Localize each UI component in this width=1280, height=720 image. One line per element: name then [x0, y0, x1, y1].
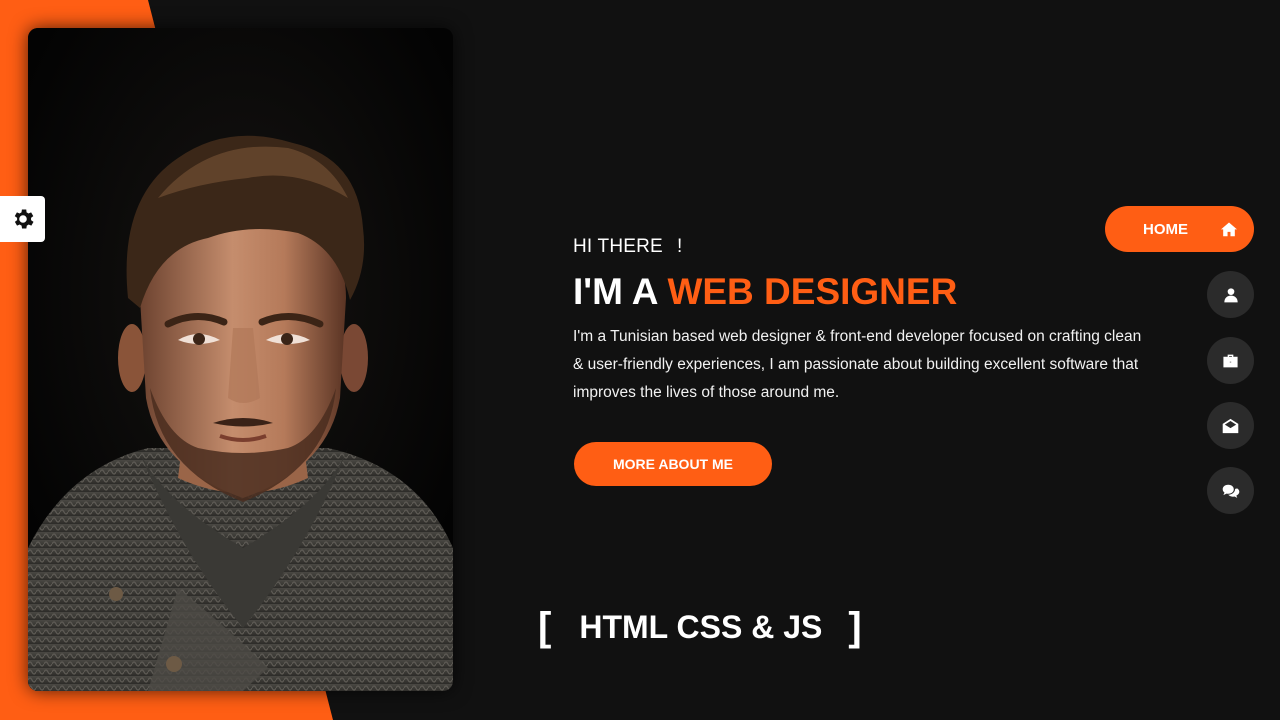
gear-icon	[14, 209, 34, 229]
more-about-me-button[interactable]: MORE ABOUT ME	[574, 442, 772, 486]
greeting: HI THERE !	[573, 236, 1173, 258]
headline: I'M A WEB DESIGNER	[573, 271, 1173, 313]
nav-home-button[interactable]: HOME	[1105, 206, 1254, 252]
bio-text: I'm a Tunisian based web designer & fron…	[573, 327, 1142, 401]
skills-close-bracket: ]	[848, 605, 862, 649]
nav-blog-button[interactable]	[1207, 467, 1254, 514]
greeting-exclamation: !	[676, 236, 683, 257]
profile-photo	[28, 28, 453, 691]
hero-section: HI THERE ! I'M A WEB DESIGNER I'm a Tuni…	[573, 236, 1173, 407]
home-icon	[1221, 222, 1237, 237]
user-icon	[1223, 287, 1238, 302]
nav-about-button[interactable]	[1207, 271, 1254, 318]
nav-portfolio-button[interactable]	[1207, 337, 1254, 384]
skills-open-bracket: [	[538, 605, 552, 649]
nav-home-label: HOME	[1143, 220, 1188, 238]
headline-accent: WEB DESIGNER	[667, 271, 958, 312]
skills-text: HTML CSS & JS	[579, 608, 823, 645]
settings-button[interactable]	[0, 196, 45, 242]
headline-prefix: I'M A	[573, 271, 658, 312]
briefcase-icon	[1223, 354, 1238, 367]
greeting-text: HI THERE	[573, 236, 663, 257]
skills-banner: [ HTML CSS & JS ]	[538, 602, 862, 652]
portrait-illustration	[28, 28, 453, 691]
envelope-open-icon	[1222, 418, 1239, 433]
comments-icon	[1222, 484, 1239, 498]
nav-contact-button[interactable]	[1207, 402, 1254, 449]
